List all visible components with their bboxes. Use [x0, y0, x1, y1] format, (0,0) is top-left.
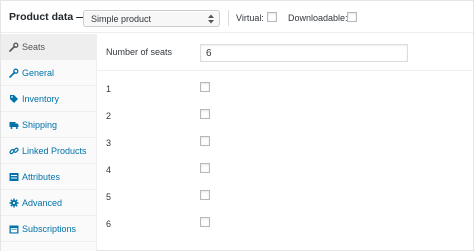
- wrench-icon: [9, 68, 19, 78]
- seat-checkbox[interactable]: [200, 190, 210, 200]
- seat-checkbox[interactable]: [200, 163, 210, 173]
- seat-checkbox[interactable]: [200, 109, 210, 119]
- seats-panel: Number of seats 1 2 3 4 5 6: [98, 34, 474, 251]
- tab-subscriptions[interactable]: Subscriptions: [1, 216, 97, 242]
- downloadable-checkbox[interactable]: [347, 12, 357, 22]
- tab-seats[interactable]: Seats: [1, 34, 97, 60]
- product-data-panel: Product data — Simple product Virtual: D…: [0, 0, 474, 251]
- seat-row: 5: [98, 183, 474, 210]
- seat-number: 3: [106, 138, 112, 148]
- product-data-tabs: Seats General Inventory Shipping Linked: [1, 34, 97, 251]
- product-type-value: Simple product: [91, 14, 152, 24]
- tab-label: Attributes: [22, 172, 61, 182]
- seat-number: 6: [106, 219, 112, 229]
- tag-icon: [9, 94, 19, 104]
- tab-general[interactable]: General: [1, 60, 97, 86]
- virtual-label: Virtual:: [236, 13, 264, 23]
- tab-label: Advanced: [22, 198, 63, 208]
- select-arrows-icon: [208, 14, 214, 24]
- list-icon: [9, 172, 19, 182]
- number-of-seats-label: Number of seats: [106, 47, 173, 57]
- seat-checkbox[interactable]: [200, 136, 210, 146]
- seat-number: 2: [106, 111, 112, 121]
- tab-label: Shipping: [22, 120, 58, 130]
- link-icon: [9, 146, 19, 156]
- calendar-icon: [9, 224, 19, 234]
- tab-linked-products[interactable]: Linked Products: [1, 138, 97, 164]
- seat-row: 4: [98, 156, 474, 183]
- product-type-select[interactable]: Simple product: [83, 10, 220, 27]
- truck-icon: [9, 120, 19, 130]
- seat-number: 4: [106, 165, 112, 175]
- tab-label: Linked Products: [22, 146, 87, 156]
- header-divider: [228, 10, 229, 26]
- tab-shipping[interactable]: Shipping: [1, 112, 97, 138]
- tab-label: Subscriptions: [22, 224, 77, 234]
- seat-row: 3: [98, 129, 474, 156]
- seat-row: 2: [98, 102, 474, 129]
- virtual-checkbox[interactable]: [267, 12, 277, 22]
- seat-number: 1: [106, 84, 112, 94]
- panel-title: Product data —: [9, 11, 87, 23]
- seat-row: 1: [98, 75, 474, 102]
- seat-number: 5: [106, 192, 112, 202]
- downloadable-label: Downloadable:: [288, 13, 348, 23]
- number-of-seats-row: Number of seats: [98, 34, 474, 71]
- product-data-header: Product data — Simple product Virtual: D…: [1, 1, 473, 33]
- tab-label: Seats: [22, 42, 46, 52]
- tab-advanced[interactable]: Advanced: [1, 190, 97, 216]
- tab-label: General: [22, 68, 55, 78]
- seat-row: 6: [98, 210, 474, 237]
- seat-checkbox[interactable]: [200, 217, 210, 227]
- tab-label: Inventory: [22, 94, 60, 104]
- gear-icon: [9, 198, 19, 208]
- seat-checkbox[interactable]: [200, 82, 210, 92]
- tab-inventory[interactable]: Inventory: [1, 86, 97, 112]
- tab-attributes[interactable]: Attributes: [1, 164, 97, 190]
- number-of-seats-input[interactable]: [200, 44, 408, 62]
- wrench-icon: [9, 42, 19, 52]
